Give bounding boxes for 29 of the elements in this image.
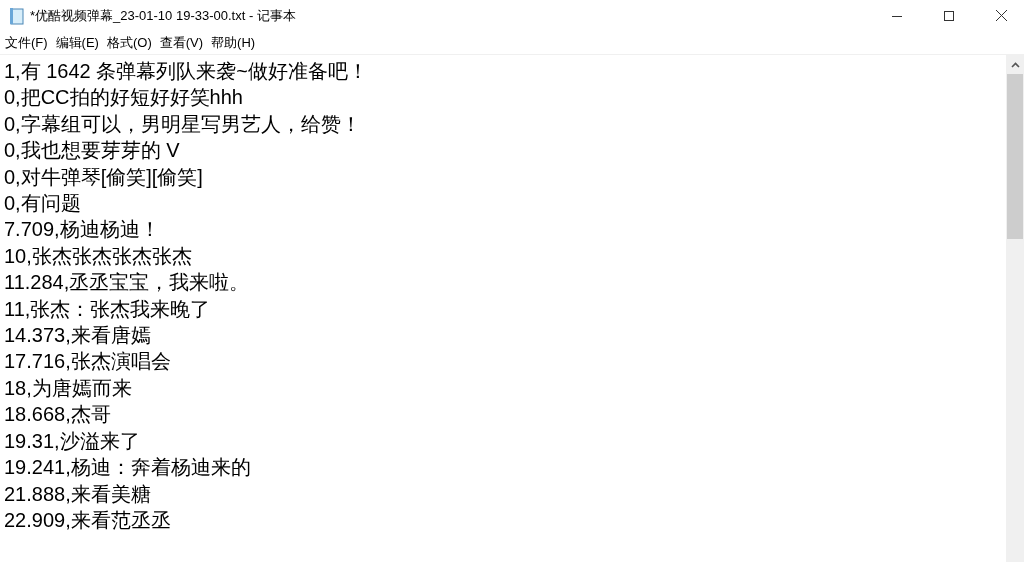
scrollbar[interactable] [1006, 55, 1024, 562]
text-line: 14.373,来看唐嫣 [4, 323, 151, 349]
text-line: 0,字幕组可以，男明星写男艺人，给赞！ [4, 111, 361, 137]
notepad-icon [9, 6, 25, 25]
maximize-icon [944, 10, 954, 21]
text-line: 11.284,丞丞宝宝，我来啦。 [4, 270, 250, 296]
window-title: *优酷视频弹幕_23-01-10 19-33-00.txt - 记事本 [30, 6, 297, 25]
text-line: 18,为唐嫣而来 [4, 375, 132, 401]
scrollbar-thumb[interactable] [1007, 74, 1023, 239]
text-line: 22.909,来看范丞丞 [4, 507, 171, 533]
text-line: 10,张杰张杰张杰张杰 [4, 243, 192, 269]
text-line: 19.241,杨迪：奔着杨迪来的 [4, 455, 251, 481]
menu-item[interactable]: 格式(O) [103, 33, 155, 52]
text-line: 0,把CC拍的好短好好笑hhh [4, 85, 243, 111]
text-line: 0,对牛弹琴[偷笑][偷笑] [4, 164, 203, 190]
text-line: 7.709,杨迪杨迪！ [4, 217, 160, 243]
text-line: 19.31,沙溢来了 [4, 428, 140, 454]
text-line: 17.716,张杰演唱会 [4, 349, 171, 375]
menu-item[interactable]: 帮助(H) [208, 33, 259, 52]
close-icon [995, 10, 1007, 21]
text-line: 11,张杰：张杰我来晚了 [4, 296, 211, 322]
text-line: 21.888,来看美糖 [4, 481, 151, 507]
menu-item[interactable]: 文件(F) [2, 33, 51, 52]
menu-item[interactable]: 编辑(E) [52, 33, 102, 52]
text-line: 0,我也想要芽芽的 V [4, 138, 180, 164]
text-line: 0,有问题 [4, 191, 81, 217]
text-line: 18.668,杰哥 [4, 402, 111, 428]
menu-item[interactable]: 查看(V) [156, 33, 207, 52]
text-line: 1,有 1642 条弹幕列队来袭~做好准备吧！ [4, 59, 368, 84]
